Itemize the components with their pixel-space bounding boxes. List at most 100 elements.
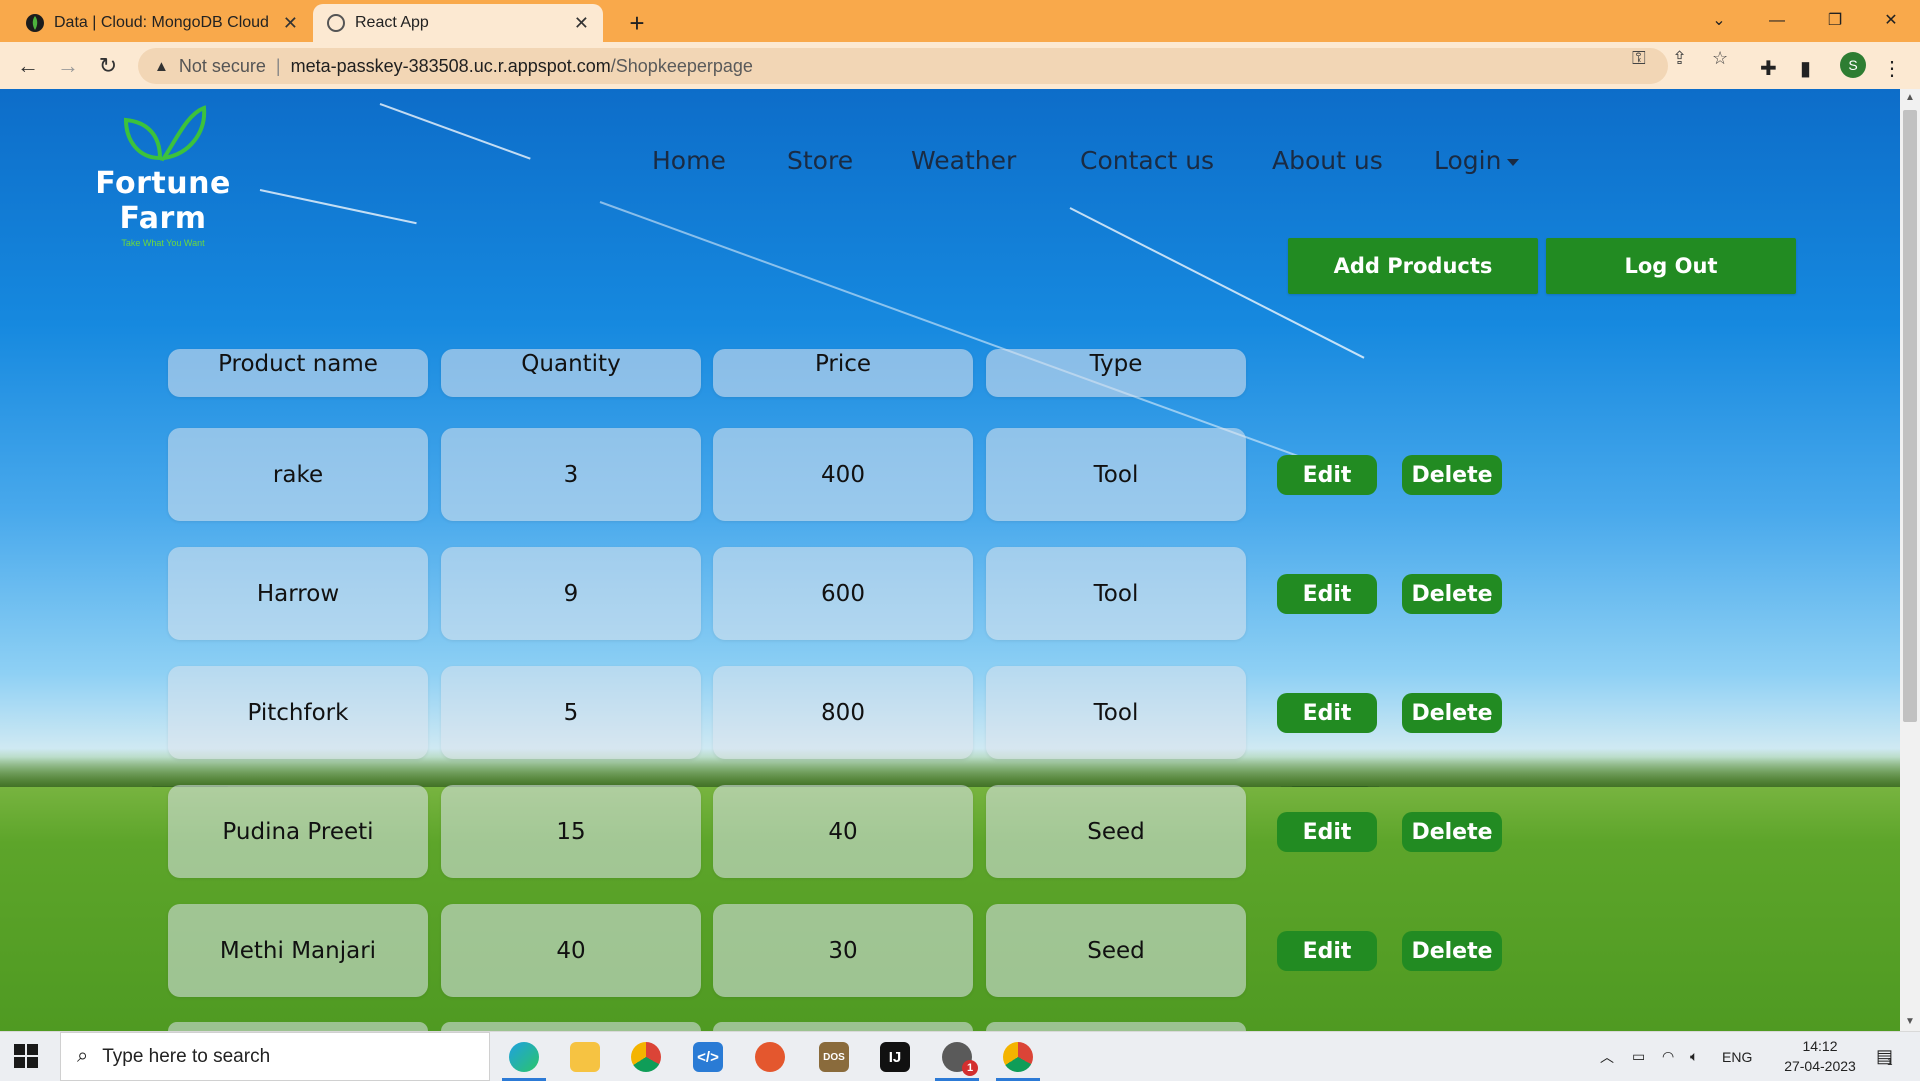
- forward-arrow-icon[interactable]: →: [52, 50, 84, 82]
- cell-price: 40: [713, 785, 973, 878]
- tray-overflow-chevron-icon[interactable]: ︿: [1600, 1032, 1614, 1081]
- delete-button[interactable]: Delete: [1402, 931, 1502, 971]
- tab-title: Data | Cloud: MongoDB Cloud: [54, 14, 269, 31]
- windows-start-icon[interactable]: [14, 1044, 38, 1068]
- battery-icon[interactable]: ▭: [1632, 1032, 1645, 1081]
- file-explorer-icon[interactable]: [563, 1038, 607, 1076]
- cell-product-name: Methi Manjari: [168, 904, 428, 997]
- cell-quantity: 9: [441, 547, 701, 640]
- dosbox-app-icon[interactable]: DOS: [812, 1038, 856, 1076]
- cell-type: Tool: [986, 428, 1246, 521]
- minimize-icon[interactable]: —: [1748, 0, 1806, 42]
- add-products-button[interactable]: Add Products: [1288, 238, 1538, 294]
- edit-button[interactable]: Edit: [1277, 455, 1377, 495]
- edit-button[interactable]: Edit: [1277, 931, 1377, 971]
- nav-home[interactable]: Home: [652, 146, 726, 175]
- taskbar-clock[interactable]: 14:12 27-04-2023: [1780, 1036, 1860, 1076]
- delete-button[interactable]: Delete: [1402, 693, 1502, 733]
- tab-react-app[interactable]: React App ✕: [313, 4, 603, 42]
- address-bar-row: ← → ↻ ▲ Not secure | meta-passkey-383508…: [0, 42, 1920, 90]
- cell-quantity: 5: [441, 666, 701, 759]
- scroll-down-arrow-icon[interactable]: ▼: [1903, 1016, 1917, 1027]
- paint-app-icon[interactable]: [748, 1038, 792, 1076]
- taskbar-search-input[interactable]: ⌕ Type here to search: [60, 1032, 490, 1081]
- globe-icon: [327, 14, 345, 32]
- extensions-puzzle-icon[interactable]: ✚: [1760, 56, 1777, 81]
- nav-store[interactable]: Store: [787, 146, 853, 175]
- cell-product-name: Pitchfork: [168, 666, 428, 759]
- cell-product-name: Pudina Preeti: [168, 785, 428, 878]
- url-field[interactable]: ▲ Not secure | meta-passkey-383508.uc.r.…: [138, 48, 1668, 84]
- nav-contact[interactable]: Contact us: [1080, 146, 1214, 175]
- new-tab-button[interactable]: +: [620, 6, 654, 40]
- brand-tagline: Take What You Want: [121, 238, 205, 248]
- nav-weather[interactable]: Weather: [911, 146, 1016, 175]
- back-arrow-icon[interactable]: ←: [12, 50, 44, 82]
- cell-price: 400: [713, 428, 973, 521]
- app-with-badge-icon[interactable]: 1: [935, 1038, 979, 1076]
- key-icon[interactable]: ⚿: [1632, 48, 1646, 69]
- close-tab-icon[interactable]: ✕: [283, 13, 298, 34]
- cell-type: Tool: [986, 666, 1246, 759]
- cell-price: 30: [713, 904, 973, 997]
- clock-time: 14:12: [1802, 1038, 1838, 1054]
- close-tab-icon[interactable]: ✕: [574, 13, 589, 34]
- delete-button[interactable]: Delete: [1402, 812, 1502, 852]
- security-label[interactable]: Not secure: [179, 56, 266, 77]
- sky-streak: [259, 189, 417, 225]
- nav-about[interactable]: About us: [1272, 146, 1383, 175]
- delete-button[interactable]: Delete: [1402, 574, 1502, 614]
- nav-login-label: Login: [1434, 146, 1502, 175]
- tab-title: React App: [355, 14, 429, 31]
- menu-kebab-icon[interactable]: ⋮: [1882, 56, 1902, 81]
- close-window-icon[interactable]: ✕: [1862, 0, 1920, 42]
- restore-icon[interactable]: ❐: [1806, 0, 1864, 42]
- vscode-app-icon[interactable]: </>: [686, 1038, 730, 1076]
- site-logo[interactable]: Fortune Farm Take What You Want: [58, 100, 268, 248]
- windows-taskbar: ⌕ Type here to search </> DOS IJ 1 ︿ ▭ ◠…: [0, 1031, 1920, 1081]
- nav-login-dropdown[interactable]: Login: [1434, 146, 1520, 175]
- notification-center-icon[interactable]: ▤ 1: [1876, 1032, 1893, 1081]
- intellij-app-icon[interactable]: IJ: [873, 1038, 917, 1076]
- star-icon[interactable]: ☆: [1712, 48, 1728, 69]
- table-row-partial: [441, 1022, 701, 1031]
- edge-app-icon[interactable]: [502, 1038, 546, 1076]
- url-host: meta-passkey-383508.uc.r.appspot.com: [290, 55, 611, 76]
- search-icon: ⌕: [77, 1045, 89, 1067]
- search-placeholder: Type here to search: [102, 1045, 271, 1067]
- side-panel-icon[interactable]: ▮: [1800, 56, 1811, 81]
- mongodb-leaf-icon: [26, 14, 44, 32]
- edit-button[interactable]: Edit: [1277, 812, 1377, 852]
- cell-product-name: Harrow: [168, 547, 428, 640]
- logout-button[interactable]: Log Out: [1546, 238, 1796, 294]
- tab-search-chevron-icon[interactable]: ⌄: [1690, 0, 1748, 42]
- delete-button[interactable]: Delete: [1402, 455, 1502, 495]
- cell-type: Tool: [986, 547, 1246, 640]
- notification-badge: 1: [962, 1060, 978, 1076]
- language-indicator[interactable]: ENG: [1722, 1032, 1752, 1081]
- wifi-icon[interactable]: ◠: [1662, 1032, 1674, 1081]
- tree-line: [0, 757, 1900, 787]
- chrome-profile-app-icon[interactable]: [996, 1038, 1040, 1076]
- cell-product-name: rake: [168, 428, 428, 521]
- cell-price: 800: [713, 666, 973, 759]
- volume-icon[interactable]: 🔈︎: [1690, 1032, 1698, 1081]
- leaves-icon: [123, 105, 207, 162]
- page-scrollbar-thumb[interactable]: [1903, 110, 1917, 722]
- cell-quantity: 15: [441, 785, 701, 878]
- edit-button[interactable]: Edit: [1277, 574, 1377, 614]
- share-icon[interactable]: ⇪: [1672, 48, 1687, 69]
- table-row-partial: [168, 1022, 428, 1031]
- url-separator: |: [275, 55, 281, 76]
- chrome-app-icon[interactable]: [624, 1038, 668, 1076]
- header-type: Type: [986, 349, 1246, 397]
- profile-avatar[interactable]: S: [1840, 52, 1866, 78]
- scroll-up-arrow-icon[interactable]: ▲: [1903, 92, 1917, 103]
- tab-mongodb[interactable]: Data | Cloud: MongoDB Cloud ✕: [12, 4, 312, 42]
- edit-button[interactable]: Edit: [1277, 693, 1377, 733]
- table-row-partial: [713, 1022, 973, 1031]
- reload-icon[interactable]: ↻: [92, 50, 124, 82]
- cell-quantity: 40: [441, 904, 701, 997]
- notification-count: 1: [1887, 1057, 1893, 1068]
- url-path: /Shopkeeperpage: [610, 55, 753, 76]
